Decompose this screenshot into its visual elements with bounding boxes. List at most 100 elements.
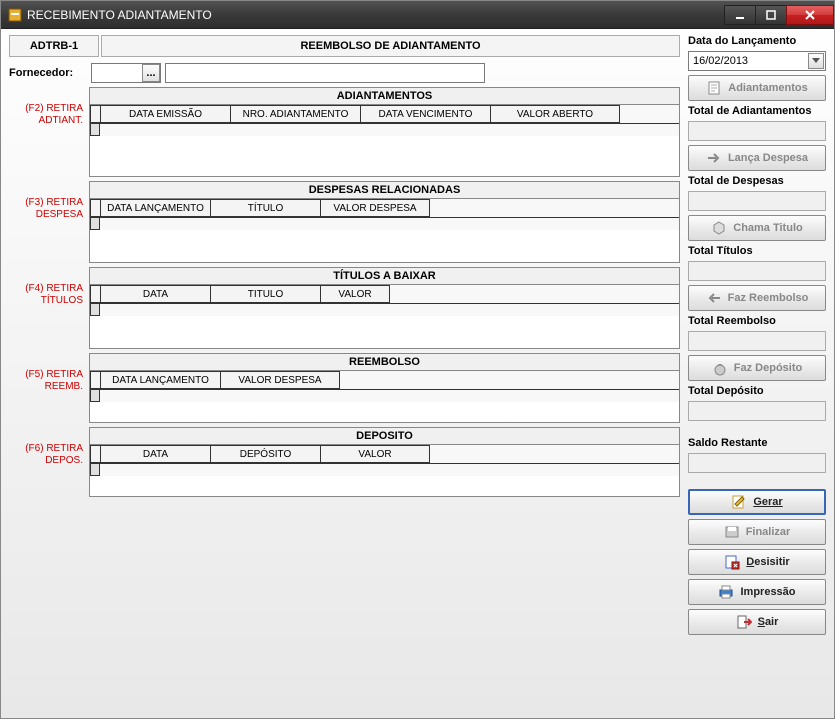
faz-deposito-button[interactable]: Faz Depósito [688, 355, 826, 381]
grid-selector-header [90, 371, 100, 389]
date-select[interactable]: 16/02/2013 [688, 51, 826, 71]
fornecedor-name-input[interactable] [165, 63, 485, 83]
sair-button[interactable]: SairSair [688, 609, 826, 635]
window-title: RECEBIMENTO ADIANTAMENTO [27, 8, 725, 22]
grid-row-selector[interactable] [90, 464, 100, 476]
despesas-grid: DESPESAS RELACIONADAS DATA LANÇAMENTO TÍ… [89, 181, 680, 263]
total-depo-value [688, 401, 826, 421]
lanca-despesa-button[interactable]: Lança Despesa [688, 145, 826, 171]
close-icon [804, 10, 816, 20]
fornecedor-label: Fornecedor: [9, 67, 87, 79]
desistir-button[interactable]: DDesisitiresisitir [688, 549, 826, 575]
btn-label: Adiantamentos [728, 82, 807, 94]
window-controls [725, 5, 834, 25]
impressao-button[interactable]: Impressão [688, 579, 826, 605]
total-adiant-value [688, 121, 826, 141]
app-window: RECEBIMENTO ADIANTAMENTO ADTRB-1 REEMBOL… [0, 0, 835, 719]
hotkey-line1: (F4) RETIRA [9, 283, 83, 295]
adiantamentos-grid: ADIANTAMENTOS DATA EMISSÃO NRO. ADIANTAM… [89, 87, 680, 177]
col-titulo[interactable]: TÍTULO [210, 199, 320, 217]
maximize-button[interactable] [755, 5, 787, 25]
section-adiantamentos: (F2) RETIRA ADTIANT. ADIANTAMENTOS DATA … [9, 87, 680, 177]
col-nro-adiantamento[interactable]: NRO. ADIANTAMENTO [230, 105, 360, 123]
col-data-lancamento[interactable]: DATA LANÇAMENTO [100, 371, 220, 389]
hotkey-line1: (F6) RETIRA [9, 443, 83, 455]
grid-row-selector[interactable] [90, 304, 100, 316]
col-valor-aberto[interactable]: VALOR ABERTO [490, 105, 620, 123]
arrow-left-icon [706, 290, 722, 306]
btn-label: Faz Depósito [734, 362, 802, 374]
total-titulos-value [688, 261, 826, 281]
btn-label: Lança Despesa [728, 152, 808, 164]
moneybag-icon [712, 360, 728, 376]
grid-body[interactable] [90, 316, 679, 348]
total-adiant-label: Total de Adiantamentos [688, 105, 826, 117]
hotkey-retira-despesa: (F3) RETIRA DESPESA [9, 181, 87, 263]
minimize-button[interactable] [724, 5, 756, 25]
hotkey-line1: (F3) RETIRA [9, 197, 83, 209]
col-data[interactable]: DATA [100, 285, 210, 303]
section-title: REEMBOLSO [90, 354, 679, 371]
section-title: DEPOSITO [90, 428, 679, 445]
grid-body[interactable] [90, 136, 679, 176]
side-panel: Data do Lançamento 16/02/2013 Adiantamen… [684, 29, 834, 718]
grid-body[interactable] [90, 402, 679, 422]
grid-selector-header [90, 105, 100, 123]
btn-label: DDesisitiresisitir [746, 556, 789, 568]
edit-icon [731, 494, 747, 510]
badge-icon [711, 220, 727, 236]
col-data-vencimento[interactable]: DATA VENCIMENTO [360, 105, 490, 123]
hotkey-line2: DEPOS. [9, 455, 83, 467]
col-data-lancamento[interactable]: DATA LANÇAMENTO [100, 199, 210, 217]
form-code: ADTRB-1 [9, 35, 99, 57]
hotkey-line2: ADTIANT. [9, 115, 83, 127]
grid-row-selector[interactable] [90, 218, 100, 230]
app-icon [7, 7, 23, 23]
fornecedor-code-input[interactable]: ... [91, 63, 161, 83]
finalizar-button[interactable]: Finalizar [688, 519, 826, 545]
total-reemb-label: Total Reembolso [688, 315, 826, 327]
btn-label: Impressão [740, 586, 795, 598]
date-value: 16/02/2013 [693, 55, 748, 67]
col-data[interactable]: DATA [100, 445, 210, 463]
fornecedor-lookup-button[interactable]: ... [142, 64, 160, 82]
grid-header: DATA DEPÓSITO VALOR [90, 445, 679, 464]
cancel-icon [724, 554, 740, 570]
adiantamentos-button[interactable]: Adiantamentos [688, 75, 826, 101]
section-titulos: (F4) RETIRA TÍTULOS TÍTULOS A BAIXAR DAT… [9, 267, 680, 349]
total-despesas-value [688, 191, 826, 211]
col-valor-despesa[interactable]: VALOR DESPESA [220, 371, 340, 389]
hotkey-retira-depos: (F6) RETIRA DEPOS. [9, 427, 87, 497]
gerar-button[interactable]: Gerar [688, 489, 826, 515]
col-valor[interactable]: VALOR [320, 445, 430, 463]
date-dropdown-button[interactable] [808, 53, 824, 69]
save-icon [724, 524, 740, 540]
col-data-emissao[interactable]: DATA EMISSÃO [100, 105, 230, 123]
grid-row-selector[interactable] [90, 390, 100, 402]
grid-selector-header [90, 199, 100, 217]
document-icon [706, 80, 722, 96]
col-titulo[interactable]: TITULO [210, 285, 320, 303]
col-valor[interactable]: VALOR [320, 285, 390, 303]
col-valor-despesa[interactable]: VALOR DESPESA [320, 199, 430, 217]
hotkey-retira-titulos: (F4) RETIRA TÍTULOS [9, 267, 87, 349]
hotkey-retira-reemb: (F5) RETIRA REEMB. [9, 353, 87, 423]
grid-body[interactable] [90, 230, 679, 262]
titlebar: RECEBIMENTO ADIANTAMENTO [1, 1, 834, 29]
chama-titulo-button[interactable]: Chama Titulo [688, 215, 826, 241]
minimize-icon [735, 10, 745, 20]
faz-reembolso-button[interactable]: Faz Reembolso [688, 285, 826, 311]
close-button[interactable] [786, 5, 834, 25]
col-deposito[interactable]: DEPÓSITO [210, 445, 320, 463]
grid-header: DATA TITULO VALOR [90, 285, 679, 304]
total-titulos-label: Total Títulos [688, 245, 826, 257]
arrow-right-icon [706, 150, 722, 166]
grid-row-selector[interactable] [90, 124, 100, 136]
section-deposito: (F6) RETIRA DEPOS. DEPOSITO DATA DEPÓSIT… [9, 427, 680, 497]
grid-body[interactable] [90, 476, 679, 496]
grid-header: DATA LANÇAMENTO VALOR DESPESA [90, 371, 679, 390]
grid-header: DATA LANÇAMENTO TÍTULO VALOR DESPESA [90, 199, 679, 218]
main-panel: ADTRB-1 REEMBOLSO DE ADIANTAMENTO Fornec… [1, 29, 684, 718]
total-reemb-value [688, 331, 826, 351]
grid-selector-header [90, 285, 100, 303]
